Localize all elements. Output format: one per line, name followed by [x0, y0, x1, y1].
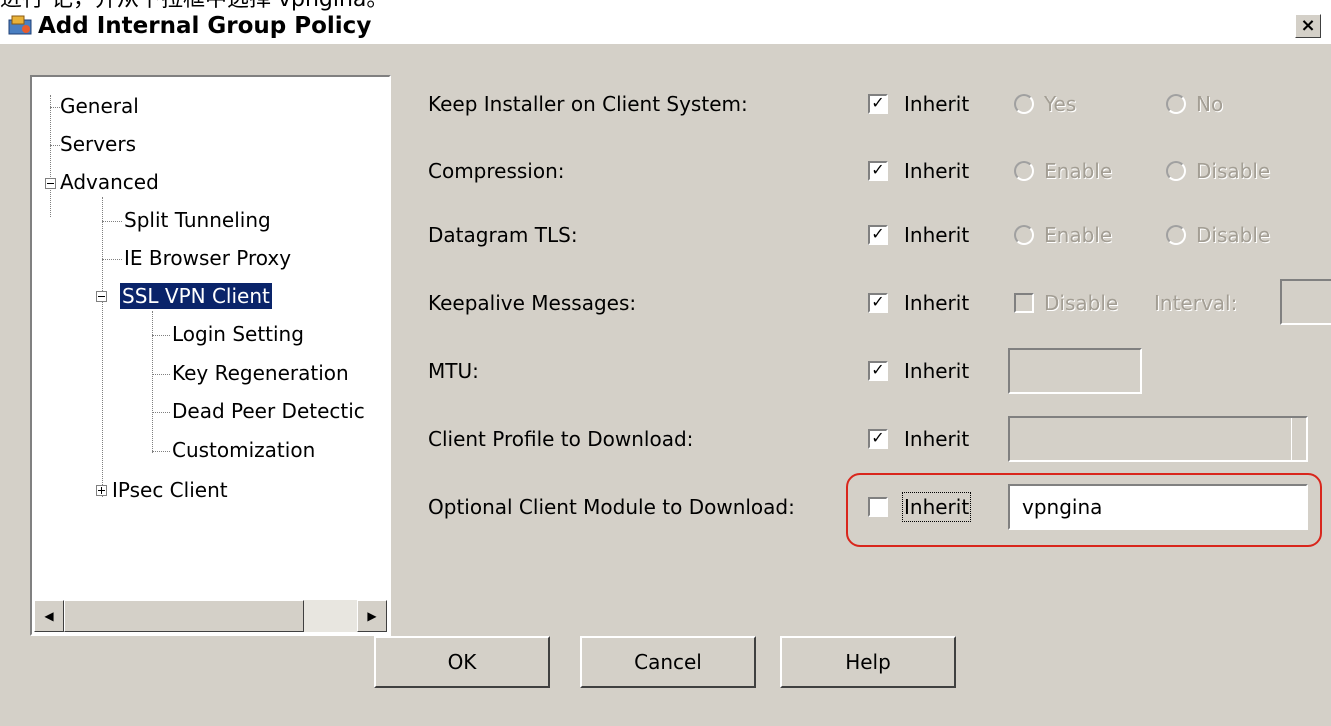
- datagram-tls-disable-radio[interactable]: [1166, 225, 1186, 245]
- scroll-thumb[interactable]: [64, 600, 304, 632]
- datagram-tls-inherit-label: Inherit: [904, 223, 970, 247]
- datagram-tls-inherit-checkbox[interactable]: [868, 224, 888, 245]
- tree-line: [102, 221, 122, 222]
- compression-enable-radio[interactable]: [1014, 161, 1034, 181]
- tree-item-split-tunneling[interactable]: Split Tunneling: [124, 207, 271, 233]
- scroll-left-button[interactable]: ◀: [34, 600, 64, 632]
- tree-item-ie-browser-proxy[interactable]: IE Browser Proxy: [124, 245, 291, 271]
- dialog-window: Add Internal Group Policy × General Serv…: [0, 11, 1331, 726]
- keepalive-inherit-checkbox[interactable]: [868, 292, 888, 313]
- horizontal-scrollbar[interactable]: ◀ ▶: [34, 600, 387, 632]
- mtu-inherit-checkbox[interactable]: [868, 360, 888, 381]
- compression-label: Compression:: [428, 159, 565, 183]
- window-title: Add Internal Group Policy: [38, 13, 372, 39]
- help-button[interactable]: Help: [780, 636, 956, 688]
- highlight-annotation: [846, 473, 1322, 547]
- tree-item-ssl-vpn-client[interactable]: SSL VPN Client: [120, 283, 272, 309]
- title-bar: Add Internal Group Policy ×: [0, 11, 1331, 44]
- datagram-tls-label: Datagram TLS:: [428, 223, 578, 247]
- close-icon: ×: [1300, 15, 1316, 36]
- keep-installer-yes-label: Yes: [1044, 92, 1077, 116]
- close-button[interactable]: ×: [1295, 14, 1321, 38]
- scroll-right-button[interactable]: ▶: [357, 600, 387, 632]
- tree-line: [152, 311, 153, 453]
- keepalive-inherit-label: Inherit: [904, 291, 970, 315]
- help-button-label: Help: [845, 650, 891, 674]
- tree-item-advanced[interactable]: Advanced: [60, 169, 159, 195]
- chevron-down-icon[interactable]: [1291, 418, 1306, 460]
- compression-enable-label: Enable: [1044, 159, 1113, 183]
- keepalive-disable-checkbox[interactable]: [1014, 293, 1034, 313]
- keepalive-disable-label: Disable: [1044, 291, 1119, 315]
- client-profile-inherit-label: Inherit: [904, 427, 970, 451]
- mtu-label: MTU:: [428, 359, 479, 383]
- arrow-right-icon: ▶: [367, 609, 377, 623]
- datagram-tls-disable-label: Disable: [1196, 223, 1271, 247]
- collapse-icon[interactable]: [96, 291, 107, 302]
- keep-installer-no-label: No: [1196, 92, 1224, 116]
- tree-item-dead-peer-detection[interactable]: Dead Peer Detectic: [172, 398, 365, 424]
- datagram-tls-enable-radio[interactable]: [1014, 225, 1034, 245]
- cancel-button-label: Cancel: [634, 650, 702, 674]
- tree-line: [152, 451, 170, 452]
- compression-disable-label: Disable: [1196, 159, 1271, 183]
- keepalive-interval-label: Interval:: [1154, 291, 1238, 315]
- compression-inherit-checkbox[interactable]: [868, 160, 888, 181]
- keep-installer-no-radio[interactable]: [1166, 94, 1186, 114]
- mtu-inherit-label: Inherit: [904, 359, 970, 383]
- datagram-tls-enable-label: Enable: [1044, 223, 1113, 247]
- collapse-icon[interactable]: [45, 178, 56, 189]
- tree-item-customization[interactable]: Customization: [172, 437, 315, 463]
- cancel-button[interactable]: Cancel: [580, 636, 756, 688]
- tree-item-login-setting[interactable]: Login Setting: [172, 321, 304, 347]
- tree-line: [152, 412, 170, 413]
- ok-button-label: OK: [447, 650, 477, 674]
- client-profile-inherit-checkbox[interactable]: [868, 428, 888, 449]
- tree-item-servers[interactable]: Servers: [60, 131, 136, 157]
- tree-item-general[interactable]: General: [60, 93, 139, 119]
- client-profile-label: Client Profile to Download:: [428, 427, 694, 451]
- keep-installer-inherit-checkbox[interactable]: [868, 93, 888, 114]
- caption-text: 进行 记，并从下拉框中选择 vpngina。: [0, 0, 600, 11]
- expand-icon[interactable]: [96, 485, 107, 496]
- tree-line: [152, 374, 170, 375]
- keep-installer-label: Keep Installer on Client System:: [428, 92, 748, 116]
- keepalive-interval-field[interactable]: [1280, 279, 1331, 325]
- compression-inherit-label: Inherit: [904, 159, 970, 183]
- tree-item-ipsec-client[interactable]: IPsec Client: [112, 477, 228, 503]
- tree-item-key-regeneration[interactable]: Key Regeneration: [172, 360, 349, 386]
- compression-disable-radio[interactable]: [1166, 161, 1186, 181]
- keep-installer-yes-radio[interactable]: [1014, 94, 1034, 114]
- tree-line: [50, 145, 60, 146]
- ok-button[interactable]: OK: [374, 636, 550, 688]
- keepalive-label: Keepalive Messages:: [428, 291, 637, 315]
- client-profile-dropdown[interactable]: [1008, 416, 1308, 462]
- optional-module-label: Optional Client Module to Download:: [428, 495, 795, 519]
- tree-line: [102, 197, 103, 497]
- tree-line: [102, 259, 122, 260]
- tree-line: [50, 95, 51, 217]
- navigation-tree[interactable]: General Servers Advanced Split Tunneling…: [30, 75, 391, 636]
- tree-line: [50, 107, 60, 108]
- arrow-left-icon: ◀: [44, 609, 54, 623]
- tree-line: [152, 335, 170, 336]
- mtu-field[interactable]: [1008, 348, 1142, 394]
- keep-installer-inherit-label: Inherit: [904, 92, 970, 116]
- policy-app-icon: [8, 15, 32, 35]
